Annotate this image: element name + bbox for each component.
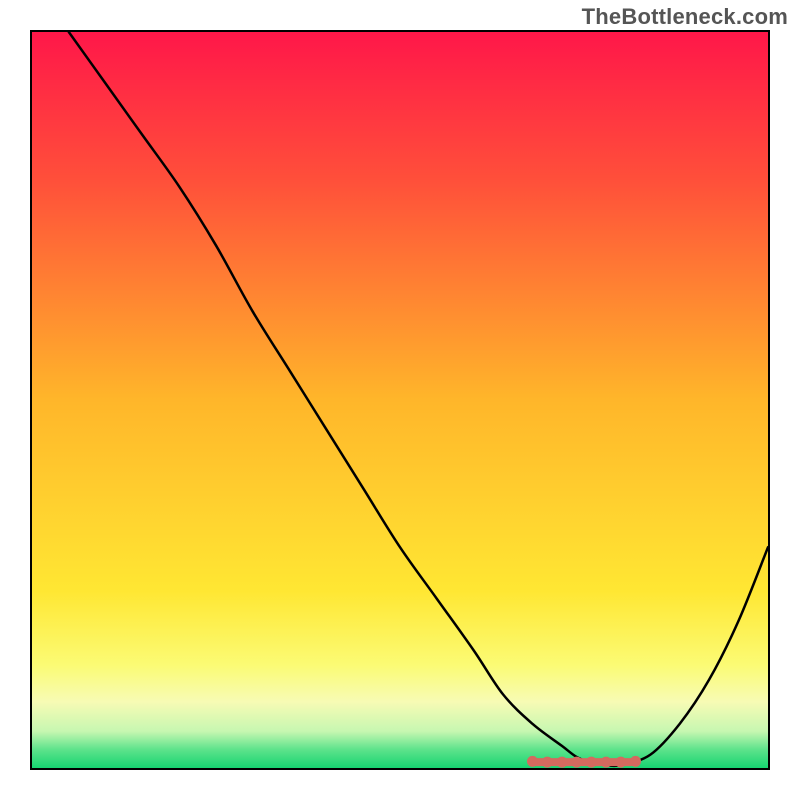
marker-dot (571, 757, 582, 768)
marker-dot (556, 757, 567, 768)
gradient-bg (32, 32, 768, 768)
marker-dot (615, 757, 626, 768)
marker-dot (527, 756, 538, 767)
marker-dot (586, 757, 597, 768)
marker-dot (542, 757, 553, 768)
chart-canvas (32, 32, 768, 768)
plot-frame (30, 30, 770, 770)
marker-dot (601, 757, 612, 768)
marker-dot (630, 756, 641, 767)
stage: TheBottleneck.com (0, 0, 800, 800)
watermark-text: TheBottleneck.com (582, 4, 788, 30)
